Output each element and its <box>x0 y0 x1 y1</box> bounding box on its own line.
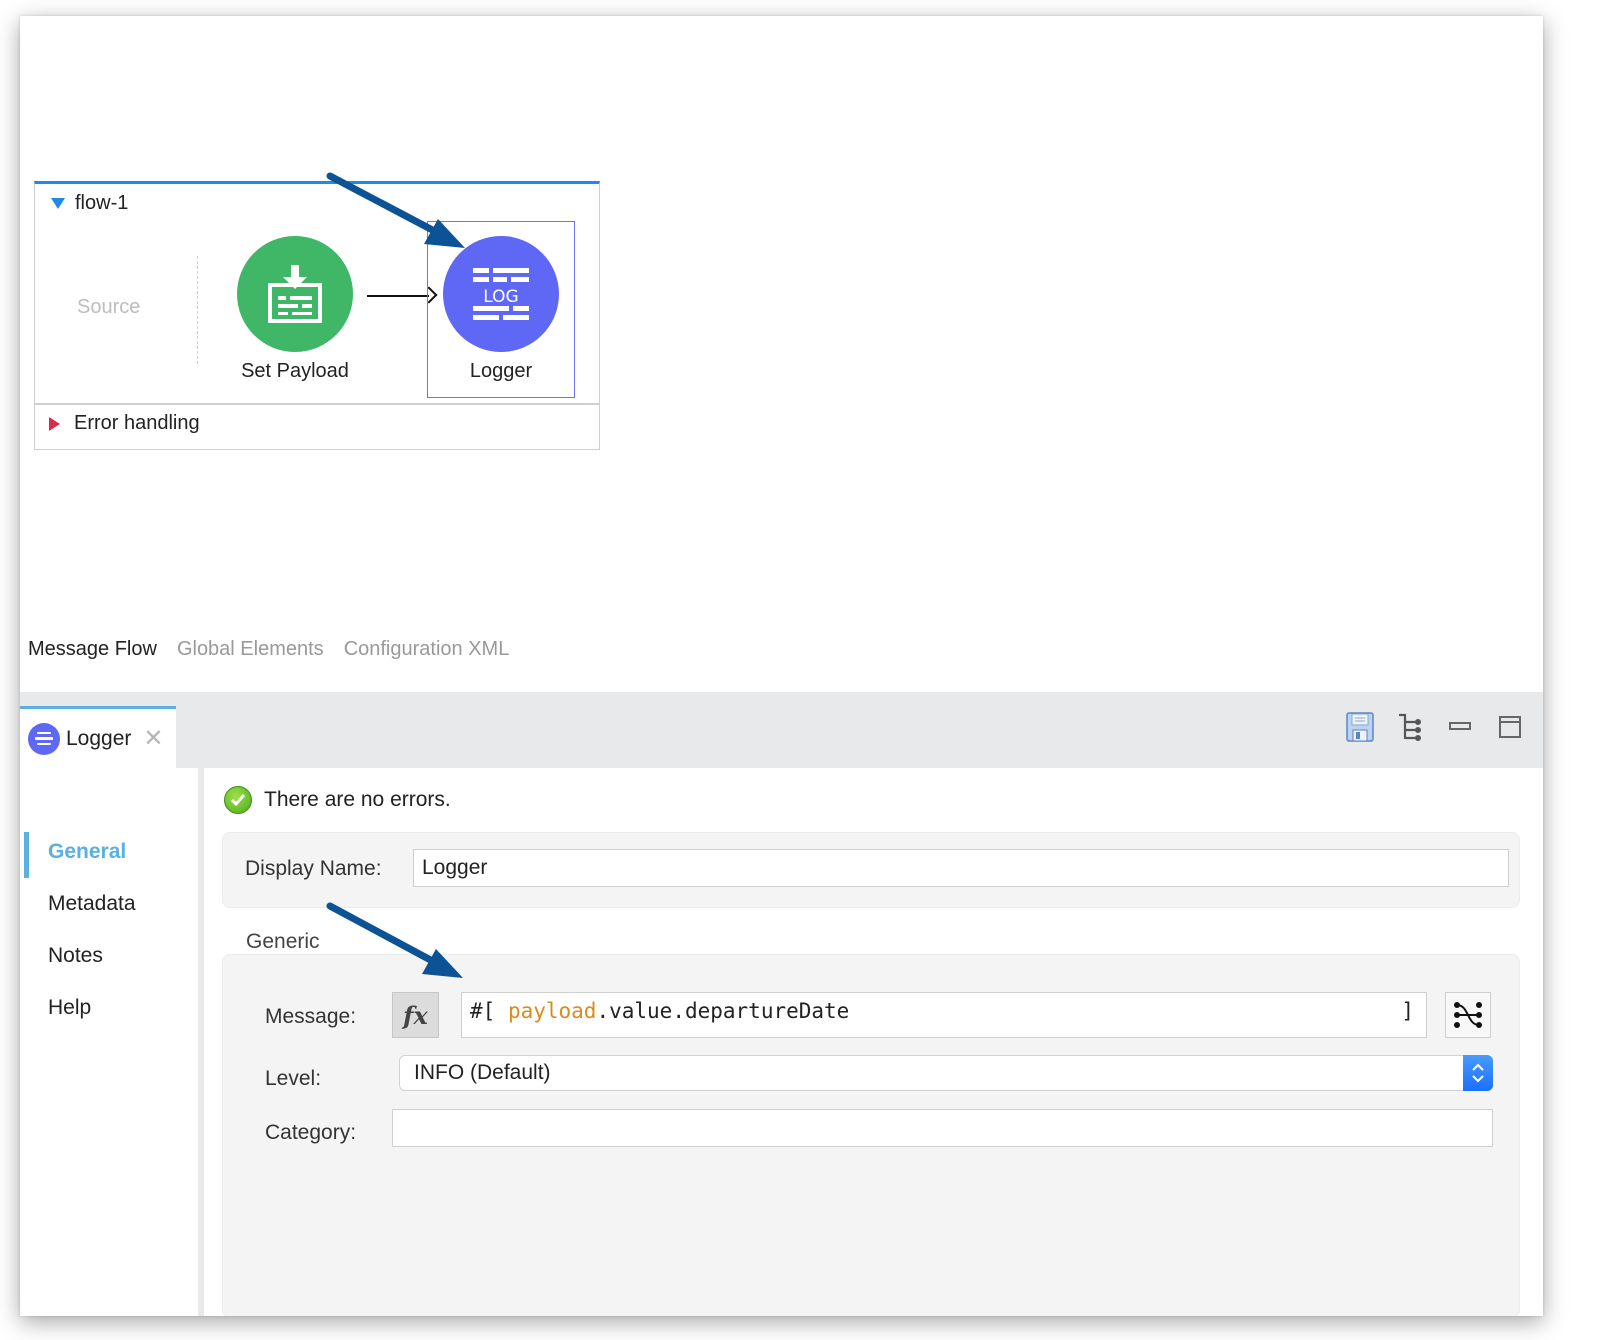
set-payload-node[interactable] <box>237 236 353 352</box>
properties-tab-label: Logger <box>66 726 132 750</box>
flow-connector <box>367 295 429 297</box>
message-expression-input[interactable]: #[ payload .value.departureDate ] <box>461 992 1427 1038</box>
flow-header[interactable]: flow-1 <box>51 192 128 215</box>
fx-toggle-button[interactable]: fx <box>392 992 439 1038</box>
expand-triangle-icon[interactable] <box>49 416 60 431</box>
success-check-icon <box>224 786 252 814</box>
logger-tab-icon <box>28 722 60 755</box>
toolbar-icons <box>1345 712 1525 742</box>
generic-section: Message: fx #[ payload .value.departureDa… <box>222 954 1520 1316</box>
source-divider <box>197 256 198 364</box>
expr-keyword: payload <box>507 999 597 1023</box>
display-name-input[interactable]: Logger <box>413 849 1509 887</box>
sidebar-item-notes[interactable]: Notes <box>20 930 198 982</box>
log-icon: LOG <box>473 268 529 320</box>
validation-status: There are no errors. <box>224 786 451 814</box>
select-chevron-icon[interactable] <box>1463 1055 1493 1091</box>
sidebar-item-general[interactable]: General <box>20 826 198 878</box>
display-name-section: Display Name: Logger <box>222 832 1520 908</box>
studio-window: flow-1 Source Set Payload LOG Logger Err… <box>20 16 1543 1316</box>
maximize-icon[interactable] <box>1495 712 1525 742</box>
collapse-triangle-icon[interactable] <box>51 198 65 209</box>
expr-path: .value.departureDate <box>596 999 850 1023</box>
level-select[interactable]: INFO (Default) <box>399 1055 1493 1091</box>
source-placeholder[interactable]: Source <box>77 296 140 319</box>
flow-container[interactable]: flow-1 Source Set Payload LOG Logger Err… <box>34 181 600 450</box>
logger-label: Logger <box>469 360 533 382</box>
close-icon[interactable]: ✕ <box>143 726 163 751</box>
tree-icon[interactable] <box>1395 712 1425 742</box>
tab-configuration-xml[interactable]: Configuration XML <box>344 638 510 661</box>
expr-prefix: #[ <box>470 999 496 1023</box>
properties-tab-logger[interactable]: Logger ✕ <box>20 706 176 768</box>
display-name-label: Display Name: <box>245 857 382 880</box>
status-text: There are no errors. <box>264 788 451 811</box>
properties-sidebar: General Metadata Notes Help <box>20 826 198 1034</box>
logger-node[interactable]: LOG <box>443 236 559 352</box>
properties-toolbar: Logger ✕ <box>20 692 1543 768</box>
tab-message-flow[interactable]: Message Flow <box>28 638 157 661</box>
expr-suffix: ] <box>1401 999 1414 1023</box>
category-label: Category: <box>265 1121 357 1144</box>
level-label: Level: <box>265 1067 322 1090</box>
category-input[interactable] <box>392 1109 1493 1147</box>
fx-icon: fx <box>403 1000 428 1030</box>
display-name-value: Logger <box>422 856 488 879</box>
data-mapper-button[interactable] <box>1445 992 1491 1038</box>
error-handling-toggle[interactable]: Error handling <box>49 412 200 435</box>
minimize-icon[interactable] <box>1445 712 1475 742</box>
sidebar-item-metadata[interactable]: Metadata <box>20 878 198 930</box>
sidebar-item-help[interactable]: Help <box>20 982 198 1034</box>
sidebar-divider <box>198 768 204 1316</box>
mapper-icon <box>1454 1002 1482 1028</box>
save-icon[interactable] <box>1345 712 1375 742</box>
set-payload-icon <box>268 265 322 323</box>
set-payload-label: Set Payload <box>241 360 349 382</box>
message-label: Message: <box>265 1005 357 1028</box>
log-icon-text: LOG <box>483 287 518 307</box>
generic-section-label: Generic <box>246 930 320 953</box>
flow-divider <box>35 403 599 405</box>
level-value: INFO (Default) <box>414 1061 551 1084</box>
flow-name: flow-1 <box>75 192 129 214</box>
editor-tabs: Message Flow Global Elements Configurati… <box>28 638 509 661</box>
error-handling-label: Error handling <box>74 412 200 434</box>
tab-global-elements[interactable]: Global Elements <box>177 638 324 661</box>
